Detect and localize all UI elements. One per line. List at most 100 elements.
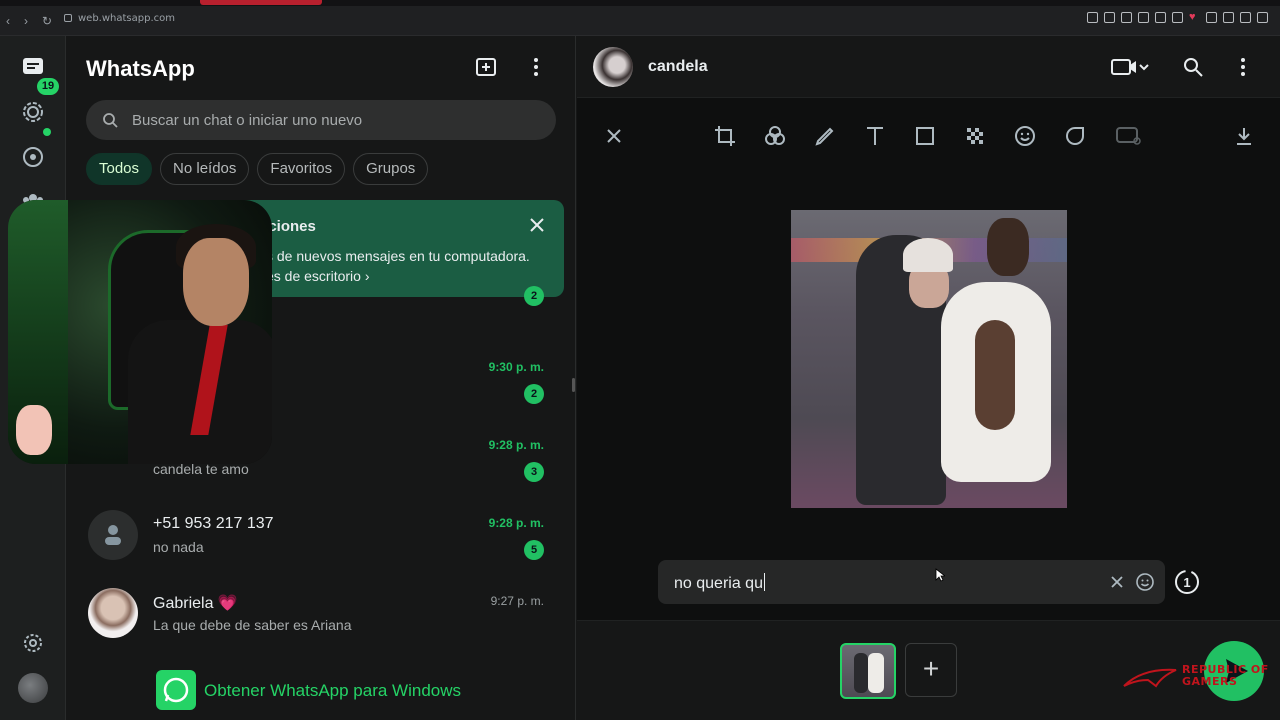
chat-time: 9:28 p. m. <box>488 438 544 452</box>
chat-time: 9:30 p. m. <box>488 360 544 374</box>
person-icon <box>105 525 121 545</box>
video-call-icon[interactable] <box>1110 56 1150 78</box>
status-icon[interactable] <box>20 99 46 125</box>
caption-value: no queria qu <box>674 575 763 592</box>
download-icon[interactable] <box>1240 12 1251 23</box>
whatsapp-logo-icon <box>156 670 196 710</box>
rog-watermark: REPUBLIC OF GAMERS <box>1122 662 1280 694</box>
chat-name: +51 953 217 137 <box>153 515 274 532</box>
blur-icon[interactable] <box>963 124 987 148</box>
back-icon[interactable]: ‹ <box>6 14 10 28</box>
url-text: web.whatsapp.com <box>78 13 175 24</box>
app-title: WhatsApp <box>86 56 195 81</box>
default-avatar <box>88 510 138 560</box>
media-editor-panel: candela no queria qu 1 + <box>577 36 1280 720</box>
play-icon[interactable] <box>1172 12 1183 23</box>
filter-favoritos[interactable]: Favoritos <box>257 153 346 185</box>
rectangle-icon[interactable] <box>913 124 937 148</box>
channels-icon[interactable] <box>20 144 46 170</box>
profile-avatar[interactable] <box>18 673 48 703</box>
get-windows-app-text: Obtener WhatsApp para Windows <box>204 681 462 700</box>
image-face-right <box>987 218 1029 276</box>
chats-icon[interactable] <box>20 53 46 79</box>
reload-icon[interactable]: ↻ <box>42 14 52 28</box>
close-icon[interactable] <box>528 216 546 234</box>
emoji-icon[interactable] <box>1013 124 1037 148</box>
mascot-sticker <box>16 405 52 455</box>
contact-name[interactable]: candela <box>648 58 708 76</box>
filter-no-leidos[interactable]: No leídos <box>160 153 250 185</box>
chat-row[interactable]: Gabriela 💗 La que debe de saber es Arian… <box>66 574 571 652</box>
pin-icon[interactable] <box>1104 12 1115 23</box>
view-once-button[interactable]: 1 <box>1174 569 1200 595</box>
caption-input[interactable]: no queria qu <box>658 560 1165 604</box>
contact-avatar <box>88 588 138 638</box>
chats-badge: 19 <box>37 78 59 95</box>
clear-caption-icon[interactable] <box>1109 574 1125 590</box>
mouse-cursor-icon <box>935 568 945 582</box>
scrollbar[interactable] <box>572 378 575 392</box>
pencil-icon[interactable] <box>813 124 837 148</box>
search-icon <box>103 113 118 128</box>
streamer-face <box>183 238 249 326</box>
active-tab[interactable] <box>200 0 322 5</box>
image-preview <box>791 210 1067 508</box>
selected-image-thumbnail[interactable] <box>840 643 896 699</box>
menu-icon[interactable] <box>1232 56 1254 78</box>
forward-icon[interactable]: › <box>24 14 28 28</box>
unread-badge: 3 <box>524 462 544 482</box>
chat-time: 9:28 p. m. <box>488 516 544 530</box>
chat-row[interactable]: +51 953 217 137 no nada 9:28 p. m. 5 <box>66 496 571 574</box>
notification-text: s de nuevos mensajes en tu computadora. <box>266 248 530 264</box>
zoom-icon[interactable] <box>1087 12 1098 23</box>
view-once-label: 1 <box>1183 575 1190 590</box>
settings-icon[interactable] <box>20 630 46 656</box>
search-input[interactable]: Buscar un chat o iniciar uno nuevo <box>86 100 556 140</box>
menu-icon[interactable] <box>525 56 547 78</box>
settings-icon[interactable] <box>1257 12 1268 23</box>
screenshot-icon[interactable] <box>1121 12 1132 23</box>
extensions-icon[interactable] <box>1206 12 1217 23</box>
chat-time: 9:27 p. m. <box>490 594 544 608</box>
status-dot <box>43 128 51 136</box>
tab-strip <box>0 0 1280 6</box>
filter-icon[interactable] <box>763 124 787 148</box>
chat-last-message: no nada <box>153 539 204 555</box>
sticker-icon[interactable] <box>1063 124 1087 148</box>
close-icon[interactable] <box>602 124 626 148</box>
chat-name: Gabriela 💗 <box>153 595 238 612</box>
notification-link[interactable]: es de escritorio › <box>266 268 370 284</box>
chevron-right-icon: › <box>364 268 370 284</box>
search-placeholder: Buscar un chat o iniciar uno nuevo <box>132 112 363 129</box>
filter-todos[interactable]: Todos <box>86 153 153 185</box>
image-cap <box>903 238 953 272</box>
shield-icon[interactable] <box>1138 12 1149 23</box>
address-bar[interactable]: web.whatsapp.com <box>64 13 175 24</box>
emoji-icon[interactable] <box>1135 572 1155 592</box>
add-file-button[interactable]: + <box>905 643 957 697</box>
download-icon[interactable] <box>1232 124 1256 148</box>
chat-last-message: La que debe de saber es Ariana <box>153 617 352 633</box>
filter-grupos[interactable]: Grupos <box>353 153 429 185</box>
rog-brand-line2: GAMERS <box>1182 675 1238 688</box>
heart-icon[interactable]: ♥ <box>1189 12 1200 23</box>
webcam-overlay <box>8 200 272 464</box>
crop-icon[interactable] <box>713 124 737 148</box>
contact-avatar[interactable] <box>593 47 633 87</box>
unread-badge: 5 <box>524 540 544 560</box>
text-icon[interactable] <box>863 124 887 148</box>
image-arm <box>975 320 1015 430</box>
thumb-person-left <box>854 653 868 693</box>
browser-toolbar: ‹ › ↻ web.whatsapp.com ♥ <box>0 0 1280 36</box>
notification-link-text: es de escritorio <box>266 268 361 284</box>
sidebar-icon[interactable] <box>1223 12 1234 23</box>
box-icon[interactable] <box>1155 12 1166 23</box>
new-chat-icon[interactable] <box>475 56 497 78</box>
filter-chips: Todos No leídos Favoritos Grupos <box>86 153 429 185</box>
hd-icon[interactable] <box>1115 124 1143 148</box>
extension-icons: ♥ <box>1087 12 1268 23</box>
unread-badge: 2 <box>524 384 544 404</box>
search-icon[interactable] <box>1182 56 1204 78</box>
lock-icon <box>64 14 72 22</box>
chat-header: candela <box>577 36 1280 98</box>
